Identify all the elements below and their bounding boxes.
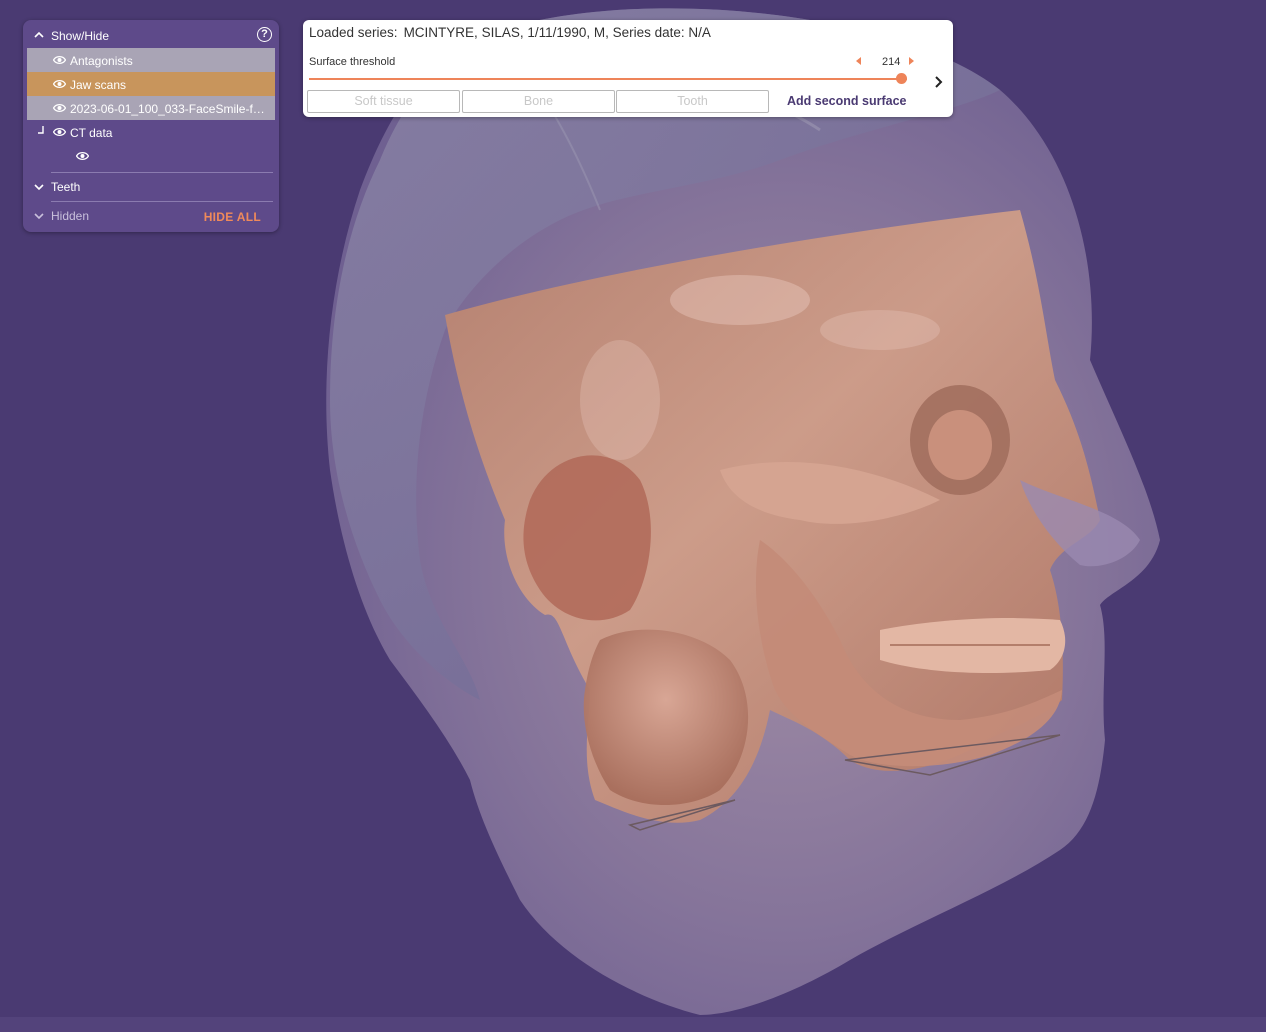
chevron-down-icon[interactable] <box>33 181 45 193</box>
show-hide-panel: Show/Hide ? Antagonists Jaw scans 2023-0… <box>23 20 279 232</box>
loaded-series: Loaded series: MCINTYRE, SILAS, 1/11/1990… <box>309 25 711 40</box>
layer-item-ct-child[interactable] <box>27 144 275 168</box>
threshold-label: Surface threshold <box>309 56 396 68</box>
chevron-right-icon[interactable] <box>934 76 944 88</box>
section-label: Hidden <box>51 209 90 223</box>
layer-label: Jaw scans <box>70 78 127 92</box>
eye-icon[interactable] <box>76 151 89 161</box>
threshold-value: 214 <box>882 56 901 68</box>
preset-tooth-button[interactable]: Tooth <box>616 90 769 113</box>
bottom-bar <box>0 1017 1266 1032</box>
add-second-surface-button[interactable]: Add second surface <box>787 94 906 108</box>
threshold-slider-thumb[interactable] <box>896 73 908 84</box>
threshold-slider[interactable] <box>309 78 907 80</box>
series-value: MCINTYRE, SILAS, 1/11/1990, M, Series da… <box>403 25 711 40</box>
increment-arrow-icon[interactable] <box>908 57 914 65</box>
tree-branch-icon[interactable] <box>37 125 45 135</box>
preset-soft-tissue-button[interactable]: Soft tissue <box>307 90 460 113</box>
preset-bone-button[interactable]: Bone <box>462 90 615 113</box>
decrement-arrow-icon[interactable] <box>856 57 862 65</box>
section-hidden[interactable]: Hidden HIDE ALL <box>23 204 279 228</box>
eye-icon[interactable] <box>53 79 66 89</box>
layer-label: CT data <box>70 126 113 140</box>
divider <box>51 172 273 173</box>
chevron-down-icon[interactable] <box>33 210 45 222</box>
layer-item-antagonists[interactable]: Antagonists <box>27 48 275 72</box>
panel-title: Show/Hide <box>51 29 110 43</box>
series-card: Loaded series: MCINTYRE, SILAS, 1/11/1990… <box>303 20 953 117</box>
layer-label: Antagonists <box>70 54 133 68</box>
layer-label: 2023-06-01_100_033-FaceSmile-face.obj <box>70 102 270 116</box>
question-circle-icon[interactable]: ? <box>257 27 272 42</box>
chevron-up-icon[interactable] <box>33 29 45 41</box>
layer-item-ct-data[interactable]: CT data <box>27 120 275 144</box>
layer-item-jaw-scans[interactable]: Jaw scans <box>27 72 275 96</box>
section-teeth[interactable]: Teeth <box>23 175 279 199</box>
section-label: Teeth <box>51 180 81 194</box>
panel-header[interactable]: Show/Hide ? <box>23 20 279 50</box>
layer-item-face-scan[interactable]: 2023-06-01_100_033-FaceSmile-face.obj <box>27 96 275 120</box>
eye-icon[interactable] <box>53 103 66 113</box>
series-prefix: Loaded series: <box>309 25 398 40</box>
divider <box>51 201 273 202</box>
hide-all-button[interactable]: HIDE ALL <box>204 210 261 224</box>
eye-icon[interactable] <box>53 55 66 65</box>
eye-icon[interactable] <box>53 127 66 137</box>
